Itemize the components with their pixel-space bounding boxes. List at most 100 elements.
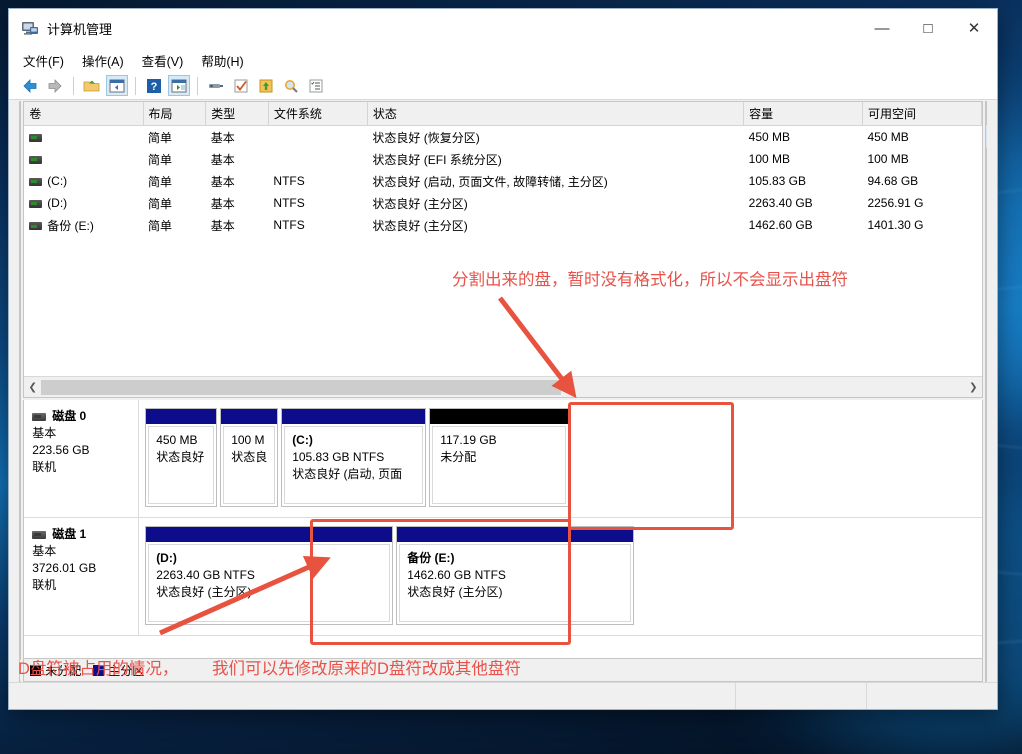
partition-block[interactable]: 117.19 GB 未分配 — [429, 408, 570, 507]
volume-cell-type: 基本 — [210, 196, 235, 211]
disk-name: 磁盘 0 — [52, 409, 87, 423]
volume-cell-layout: 简单 — [148, 152, 173, 167]
volume-label: (D:) — [47, 196, 68, 210]
volume-cell-fs: NTFS — [273, 174, 305, 188]
volume-cell-fs: NTFS — [273, 218, 305, 232]
legend-label: 未分配 — [45, 663, 82, 678]
disk-size: 3726.01 GB — [32, 561, 97, 575]
table-row[interactable]: (C:) 简单 基本 NTFS 状态良好 (启动, 页面文件, 故障转储, 主分区) 10… — [24, 170, 981, 192]
properties-icon[interactable] — [205, 75, 227, 96]
volume-scroll-thumb[interactable] — [41, 379, 562, 395]
show-action-pane-icon[interactable] — [168, 75, 190, 96]
computer-management-window: 计算机管理 — □ ✕ 文件(F) 操作(A) 查看(V) 帮助(H) ? 卷 … — [8, 8, 998, 710]
disk-info[interactable]: 磁盘 0 基本 223.56 GB 联机 — [24, 400, 140, 517]
partition-size: 100 M — [231, 433, 265, 447]
partition-size: 105.83 GB NTFS — [292, 450, 385, 464]
volume-icon — [29, 222, 43, 231]
volume-cell-status: 状态良好 (恢复分区) — [372, 130, 480, 145]
menu-view[interactable]: 查看(V) — [142, 49, 194, 72]
volume-cell-free: 94.68 GB — [867, 174, 919, 188]
volume-column-header[interactable]: 类型 — [205, 102, 269, 126]
up-folder-icon[interactable] — [81, 75, 103, 96]
partition-block[interactable]: (C:) 105.83 GB NTFS 状态良好 (启动, 页面 — [281, 408, 427, 507]
disk-row: 磁盘 0 基本 223.56 GB 联机 450 MB 状态良好 100 M 状态良 (C:) 1… — [24, 400, 982, 518]
disk-management-pane: 卷布局 类型 文件系统 状态 容量 可用空间 简单 基本 状态良好 (恢复分区) 450 MB 4… — [23, 101, 983, 682]
partition-size: 450 MB — [156, 433, 198, 447]
status-panel-1 — [735, 683, 866, 709]
partition-block[interactable]: 备份 (E:) 1462.60 GB NTFS 状态良好 (主分区) — [396, 526, 635, 625]
volume-cell-status: 状态良好 (主分区) — [372, 218, 468, 233]
actions-header: 操作 — [986, 102, 987, 125]
partition-body: (D:) 2263.40 GB NTFS 状态良好 (主分区) — [148, 544, 391, 622]
volume-cell-free: 450 MB — [867, 130, 909, 144]
partition-body: (C:) 105.83 GB NTFS 状态良好 (启动, 页面 — [284, 426, 424, 504]
partition-body: 117.19 GB 未分配 — [432, 426, 567, 504]
volume-scroll-track[interactable] — [41, 377, 965, 397]
forward-icon[interactable] — [44, 75, 66, 96]
table-row[interactable]: 简单 基本 状态良好 (恢复分区) 450 MB 450 MB — [24, 126, 981, 149]
menu-file[interactable]: 文件(F) — [23, 49, 74, 72]
partition-status: 状态良好 (启动, 页面 — [292, 467, 403, 481]
partition-body: 450 MB 状态良好 — [148, 426, 215, 504]
back-icon[interactable] — [19, 75, 41, 96]
partition-body: 备份 (E:) 1462.60 GB NTFS 状态良好 (主分区) — [399, 544, 632, 622]
menu-help[interactable]: 帮助(H) — [201, 49, 253, 72]
window-body: 计算机管理(本地)⌄系统工具›任务计划程序›事件查看器›共享文件夹›本地用户和组… — [9, 100, 997, 682]
volume-list-table: 卷布局 类型 文件系统 状态 容量 可用空间 简单 基本 状态良好 (恢复分区) 450 MB 4… — [24, 102, 982, 236]
disk-icon — [32, 412, 47, 421]
maximize-button[interactable]: □ — [905, 9, 951, 47]
close-button[interactable]: ✕ — [951, 9, 997, 47]
volume-cell-layout: 简单 — [148, 174, 173, 189]
volume-cell-capacity: 1462.60 GB — [748, 218, 813, 232]
svg-text:?: ? — [151, 81, 158, 93]
legend-entry: 未分配 — [30, 662, 81, 679]
minimize-button[interactable]: — — [859, 9, 905, 47]
disk-title: 磁盘 1 — [32, 526, 138, 543]
volume-column-header[interactable]: 可用空间 — [862, 102, 982, 126]
volume-cell-capacity: 450 MB — [748, 130, 790, 144]
partition-block[interactable]: 450 MB 状态良好 — [145, 408, 218, 507]
actions-item-more-actions[interactable]: 更多操作 ▶ — [986, 148, 987, 170]
volume-column-header[interactable]: 布局 — [143, 102, 207, 126]
menu-action[interactable]: 操作(A) — [82, 49, 134, 72]
volume-horizontal-scrollbar[interactable]: ❮ ❯ — [24, 376, 982, 397]
search-icon[interactable] — [280, 75, 302, 96]
volume-column-header[interactable]: 文件系统 — [268, 102, 368, 126]
volume-scroll-left-arrow[interactable]: ❮ — [24, 377, 42, 397]
volume-label: (C:) — [47, 174, 68, 188]
disk-icon — [32, 530, 47, 539]
partition-title: (D:) — [156, 551, 177, 565]
show-hide-console-tree-icon[interactable] — [106, 75, 128, 96]
partition-size: 2263.40 GB NTFS — [156, 568, 255, 582]
volume-cell-capacity: 105.83 GB — [748, 174, 807, 188]
volume-column-header[interactable]: 状态 — [367, 102, 745, 126]
actions-group-disk-management[interactable]: 磁盘管理 ▲ — [986, 125, 987, 148]
console-tree-pane: 计算机管理(本地)⌄系统工具›任务计划程序›事件查看器›共享文件夹›本地用户和组… — [19, 101, 22, 682]
title-bar: 计算机管理 — □ ✕ — [9, 9, 997, 48]
legend-swatch — [30, 664, 42, 676]
volume-column-header[interactable]: 卷 — [24, 102, 144, 126]
partition-capacity-bar — [146, 409, 217, 424]
partition-block[interactable]: (D:) 2263.40 GB NTFS 状态良好 (主分区) — [145, 526, 394, 625]
legend-label: 主分区 — [108, 663, 145, 678]
partition-status: 状态良好 — [156, 450, 205, 464]
status-bar — [9, 682, 997, 709]
tree-scroll-left-arrow[interactable]: ❮ — [20, 661, 21, 680]
disk-size: 223.56 GB — [32, 443, 90, 457]
partition-status: 状态良好 (主分区) — [156, 585, 252, 599]
volume-column-header[interactable]: 容量 — [743, 102, 863, 126]
detail-view-icon[interactable] — [305, 75, 327, 96]
partition-block[interactable]: 100 M 状态良 — [220, 408, 279, 507]
table-row[interactable]: 备份 (E:) 简单 基本 NTFS 状态良好 (主分区) 1462.60 GB 1401.… — [24, 214, 981, 236]
volume-label: 备份 (E:) — [47, 218, 94, 233]
volume-cell-layout: 简单 — [148, 196, 173, 211]
table-row[interactable]: 简单 基本 状态良好 (EFI 系统分区) 100 MB 100 MB — [24, 148, 981, 170]
disk-graphical-view: 磁盘 0 基本 223.56 GB 联机 450 MB 状态良好 100 M 状态良 (C:) 1… — [23, 400, 983, 659]
volume-scroll-right-arrow[interactable]: ❯ — [964, 377, 982, 397]
disk-info[interactable]: 磁盘 1 基本 3726.01 GB 联机 — [24, 518, 140, 635]
refresh-icon[interactable] — [230, 75, 252, 96]
volume-cell-layout: 简单 — [148, 218, 173, 233]
table-row[interactable]: (D:) 简单 基本 NTFS 状态良好 (主分区) 2263.40 GB 2256.91 … — [24, 192, 981, 214]
help-icon[interactable]: ? — [143, 75, 165, 96]
export-list-icon[interactable] — [255, 75, 277, 96]
